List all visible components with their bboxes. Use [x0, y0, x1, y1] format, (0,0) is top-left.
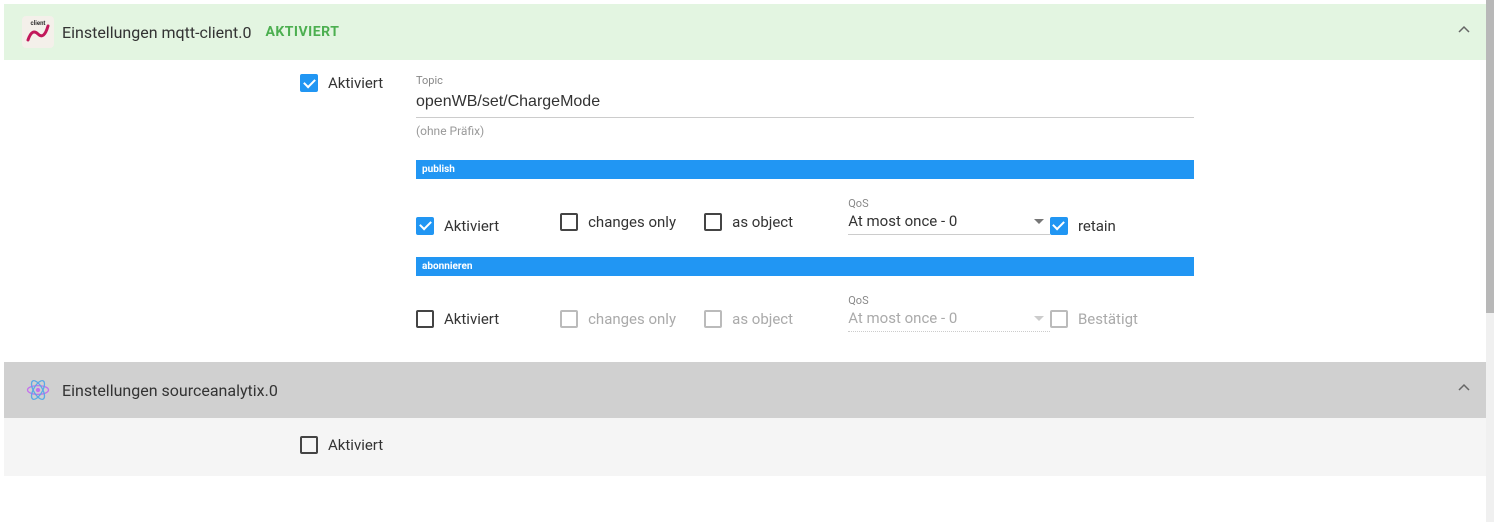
subscribe-confirmed-label: Bestätigt — [1078, 310, 1138, 328]
subscribe-enabled-label: Aktiviert — [444, 310, 499, 328]
subscribe-changes-only-checkbox: changes only — [560, 310, 676, 328]
mqtt-enabled-label: Aktiviert — [328, 74, 383, 92]
topic-label: Topic — [416, 74, 1194, 87]
subscribe-as-object-label: as object — [732, 310, 793, 328]
checkbox-checked-icon — [416, 217, 434, 235]
mqtt-enabled-checkbox[interactable]: Aktiviert — [300, 74, 383, 92]
topic-helper: (ohne Präfix) — [416, 124, 1194, 138]
mqtt-client-icon: client — [22, 16, 54, 48]
publish-enabled-checkbox[interactable]: Aktiviert — [416, 217, 499, 235]
topic-input[interactable] — [416, 87, 1194, 118]
panel-body-sourceanalytix: Aktiviert — [4, 418, 1490, 476]
subscribe-changes-only-label: changes only — [588, 310, 676, 328]
publish-retain-checkbox[interactable]: retain — [1050, 217, 1116, 235]
checkbox-unchecked-icon — [560, 213, 578, 231]
chevron-up-icon — [1456, 22, 1472, 42]
scrollbar[interactable] — [1486, 0, 1494, 522]
publish-changes-only-checkbox[interactable]: changes only — [560, 213, 676, 231]
publish-qos-value: At most once - 0 — [848, 212, 1034, 230]
publish-as-object-checkbox[interactable]: as object — [704, 213, 793, 231]
subscribe-qos-select: QoS At most once - 0 — [848, 294, 1050, 332]
publish-qos-select[interactable]: QoS At most once - 0 — [848, 197, 1050, 235]
checkbox-unchecked-icon — [704, 213, 722, 231]
sourceanalytix-icon — [22, 374, 54, 406]
checkbox-disabled-icon — [704, 310, 722, 328]
panel-title-sourceanalytix: Einstellungen sourceanalytix.0 — [62, 381, 278, 400]
subscribe-confirmed-checkbox: Bestätigt — [1050, 310, 1138, 328]
panel-mqtt: client Einstellungen mqtt-client.0 AKTIV… — [4, 4, 1490, 356]
subscribe-qos-value: At most once - 0 — [848, 309, 1034, 327]
checkbox-unchecked-icon — [416, 310, 434, 328]
sourceanalytix-enabled-label: Aktiviert — [328, 436, 383, 454]
checkbox-disabled-icon — [560, 310, 578, 328]
publish-changes-only-label: changes only — [588, 213, 676, 231]
scrollbar-thumb[interactable] — [1486, 0, 1494, 313]
topic-field: Topic (ohne Präfix) — [416, 74, 1194, 138]
svg-text:client: client — [31, 20, 46, 27]
publish-options-row: Aktiviert changes only as object — [416, 197, 1194, 235]
checkbox-disabled-icon — [1050, 310, 1068, 328]
checkbox-checked-icon — [1050, 217, 1068, 235]
chevron-down-icon — [1034, 316, 1044, 321]
subscribe-options-row: Aktiviert changes only as object — [416, 294, 1194, 332]
panel-sourceanalytix: Einstellungen sourceanalytix.0 Aktiviert — [4, 362, 1490, 476]
subscribe-enabled-checkbox[interactable]: Aktiviert — [416, 310, 499, 328]
publish-as-object-label: as object — [732, 213, 793, 231]
checkbox-checked-icon — [300, 74, 318, 92]
panel-header-mqtt[interactable]: client Einstellungen mqtt-client.0 AKTIV… — [4, 4, 1490, 60]
subscribe-section-header: abonnieren — [416, 257, 1194, 276]
checkbox-unchecked-icon — [300, 436, 318, 454]
panel-header-sourceanalytix[interactable]: Einstellungen sourceanalytix.0 — [4, 362, 1490, 418]
publish-retain-label: retain — [1078, 217, 1116, 235]
panel-status-badge: AKTIVIERT — [265, 24, 339, 40]
subscribe-as-object-checkbox: as object — [704, 310, 793, 328]
chevron-up-icon — [1456, 380, 1472, 400]
sourceanalytix-enabled-checkbox[interactable]: Aktiviert — [300, 436, 383, 454]
chevron-down-icon — [1034, 219, 1044, 224]
panel-body-mqtt: Aktiviert Topic (ohne Präfix) publish Ak… — [4, 60, 1490, 356]
publish-enabled-label: Aktiviert — [444, 217, 499, 235]
subscribe-qos-label: QoS — [848, 294, 1050, 307]
publish-section-header: publish — [416, 160, 1194, 179]
panel-title-mqtt: Einstellungen mqtt-client.0 — [62, 23, 251, 42]
publish-qos-label: QoS — [848, 197, 1050, 210]
